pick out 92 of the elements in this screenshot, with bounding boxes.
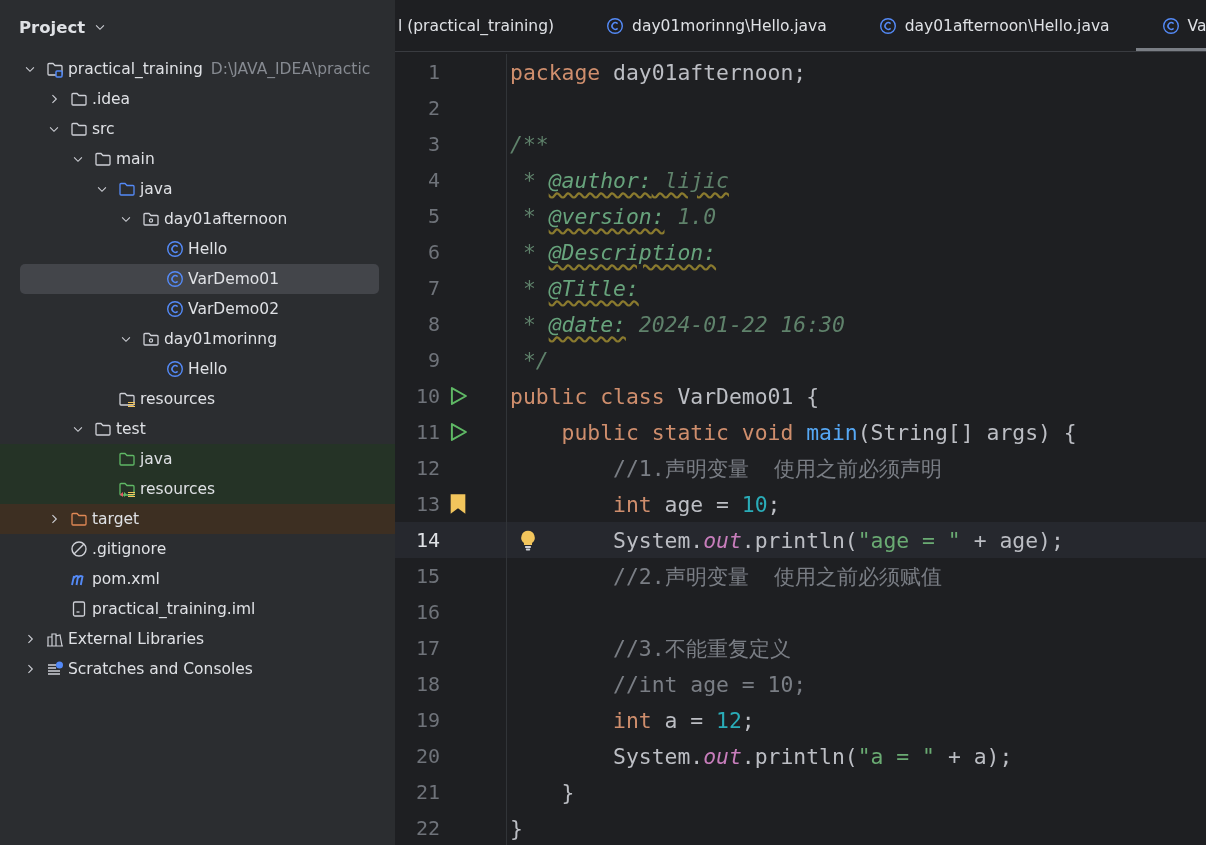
folder-icon [118, 180, 136, 198]
folder-icon [70, 510, 88, 528]
line-number: 13 [414, 492, 440, 516]
tree-item[interactable]: External Libraries [0, 624, 395, 654]
tree-item[interactable]: main [0, 144, 395, 174]
code-line: //3.不能重复定义 [612, 634, 791, 663]
editor-tab[interactable]: l (practical_training) [395, 0, 581, 51]
line-number: 2 [426, 96, 440, 120]
line-number: 1 [426, 60, 440, 84]
tree-item[interactable]: practical_training.iml [0, 594, 395, 624]
folder-icon [94, 150, 112, 168]
code-line: } [560, 779, 575, 805]
code-line: System.out.println("age = " + age); [612, 527, 1064, 553]
tree-item[interactable]: day01afternoon [0, 204, 395, 234]
scratches-icon [46, 660, 64, 678]
line-number: 17 [414, 636, 440, 660]
line-number: 4 [426, 168, 440, 192]
line-number: 6 [426, 240, 440, 264]
code-line: * @Title: [521, 275, 639, 301]
line-number: 10 [414, 384, 440, 408]
tree-item[interactable]: resources [0, 384, 395, 414]
code-line: } [509, 815, 523, 841]
code-line: public class VarDemo01 { [509, 383, 820, 409]
code-line: * @author: lijic [521, 167, 729, 193]
panel-title[interactable]: Project [19, 17, 86, 37]
editor-tab[interactable]: day01morinng\Hello.java [580, 0, 853, 51]
class-icon [166, 300, 184, 318]
code-line: package day01afternoon; [509, 59, 807, 85]
code-line: //int age = 10; [612, 671, 807, 697]
test-resources-folder-icon [118, 480, 136, 498]
code-line: //1.声明变量 使用之前必须声明 [612, 454, 943, 483]
code-line: public static void main(String[] args) { [560, 419, 1077, 445]
line-number: 14 [414, 528, 440, 552]
project-path: D:\JAVA_IDEA\practic [210, 60, 371, 78]
line-number: 15 [414, 564, 440, 588]
line-number: 5 [426, 204, 440, 228]
tree-item[interactable]: java [0, 444, 395, 474]
package-folder-icon [142, 330, 160, 348]
editor-tab[interactable]: Va [1135, 0, 1206, 51]
code-line: int a = 12; [612, 707, 755, 733]
tree-item[interactable]: target [0, 504, 395, 534]
tree-item[interactable]: java [0, 174, 395, 204]
library-icon [46, 630, 64, 648]
class-icon [1161, 16, 1180, 35]
tree-item[interactable]: test [0, 414, 395, 444]
code-line: System.out.println("a = " + a); [612, 743, 1013, 769]
class-icon [166, 240, 184, 258]
tree-item[interactable]: resources [0, 474, 395, 504]
folder-icon [70, 120, 88, 138]
tree-item[interactable]: src [0, 114, 395, 144]
line-number: 7 [426, 276, 440, 300]
code-line: * @version: 1.0 [521, 203, 717, 229]
no-entry-icon [70, 540, 88, 558]
package-folder-icon [142, 210, 160, 228]
class-icon [606, 16, 625, 35]
line-number: 3 [426, 132, 440, 156]
module-folder-icon [46, 60, 64, 78]
line-number: 12 [414, 456, 440, 480]
tree-item[interactable]: Hello [0, 234, 395, 264]
code-line: //2.声明变量 使用之前必须赋值 [612, 562, 943, 591]
tree-item[interactable]: Scratches and Consoles [0, 654, 395, 684]
tree-item[interactable]: practical_training D:\JAVA_IDEA\practic [0, 54, 395, 84]
tree-item[interactable]: VarDemo01 [20, 264, 379, 294]
code-line: */ [521, 347, 549, 373]
class-icon [878, 16, 897, 35]
tree-item[interactable]: day01morinng [0, 324, 395, 354]
class-icon [166, 360, 184, 378]
file-icon [70, 600, 88, 618]
code-line: /** [509, 131, 549, 157]
folder-icon [94, 420, 112, 438]
tree-item[interactable]: Hello [0, 354, 395, 384]
line-number: 22 [414, 816, 440, 840]
folder-icon [118, 450, 136, 468]
line-number: 20 [414, 744, 440, 768]
class-icon [166, 270, 184, 288]
tree-item[interactable]: .idea [0, 84, 395, 114]
line-number: 11 [414, 420, 440, 444]
line-number: 18 [414, 672, 440, 696]
line-number: 9 [426, 348, 440, 372]
line-number: 16 [414, 600, 440, 624]
line-number: 19 [414, 708, 440, 732]
line-number: 8 [426, 312, 440, 336]
folder-icon [70, 90, 88, 108]
tree-item[interactable]: .gitignore [0, 534, 395, 564]
code-line: * @date: 2024-01-22 16:30 [521, 311, 845, 337]
tree-item[interactable]: pom.xml [0, 564, 395, 594]
editor-tab[interactable]: day01afternoon\Hello.java [852, 0, 1136, 51]
line-number: 21 [414, 780, 440, 804]
tree-item[interactable]: VarDemo02 [0, 294, 395, 324]
code-line: int age = 10; [612, 491, 781, 517]
code-line: * @Description: [521, 239, 717, 265]
resources-folder-icon [118, 390, 136, 408]
